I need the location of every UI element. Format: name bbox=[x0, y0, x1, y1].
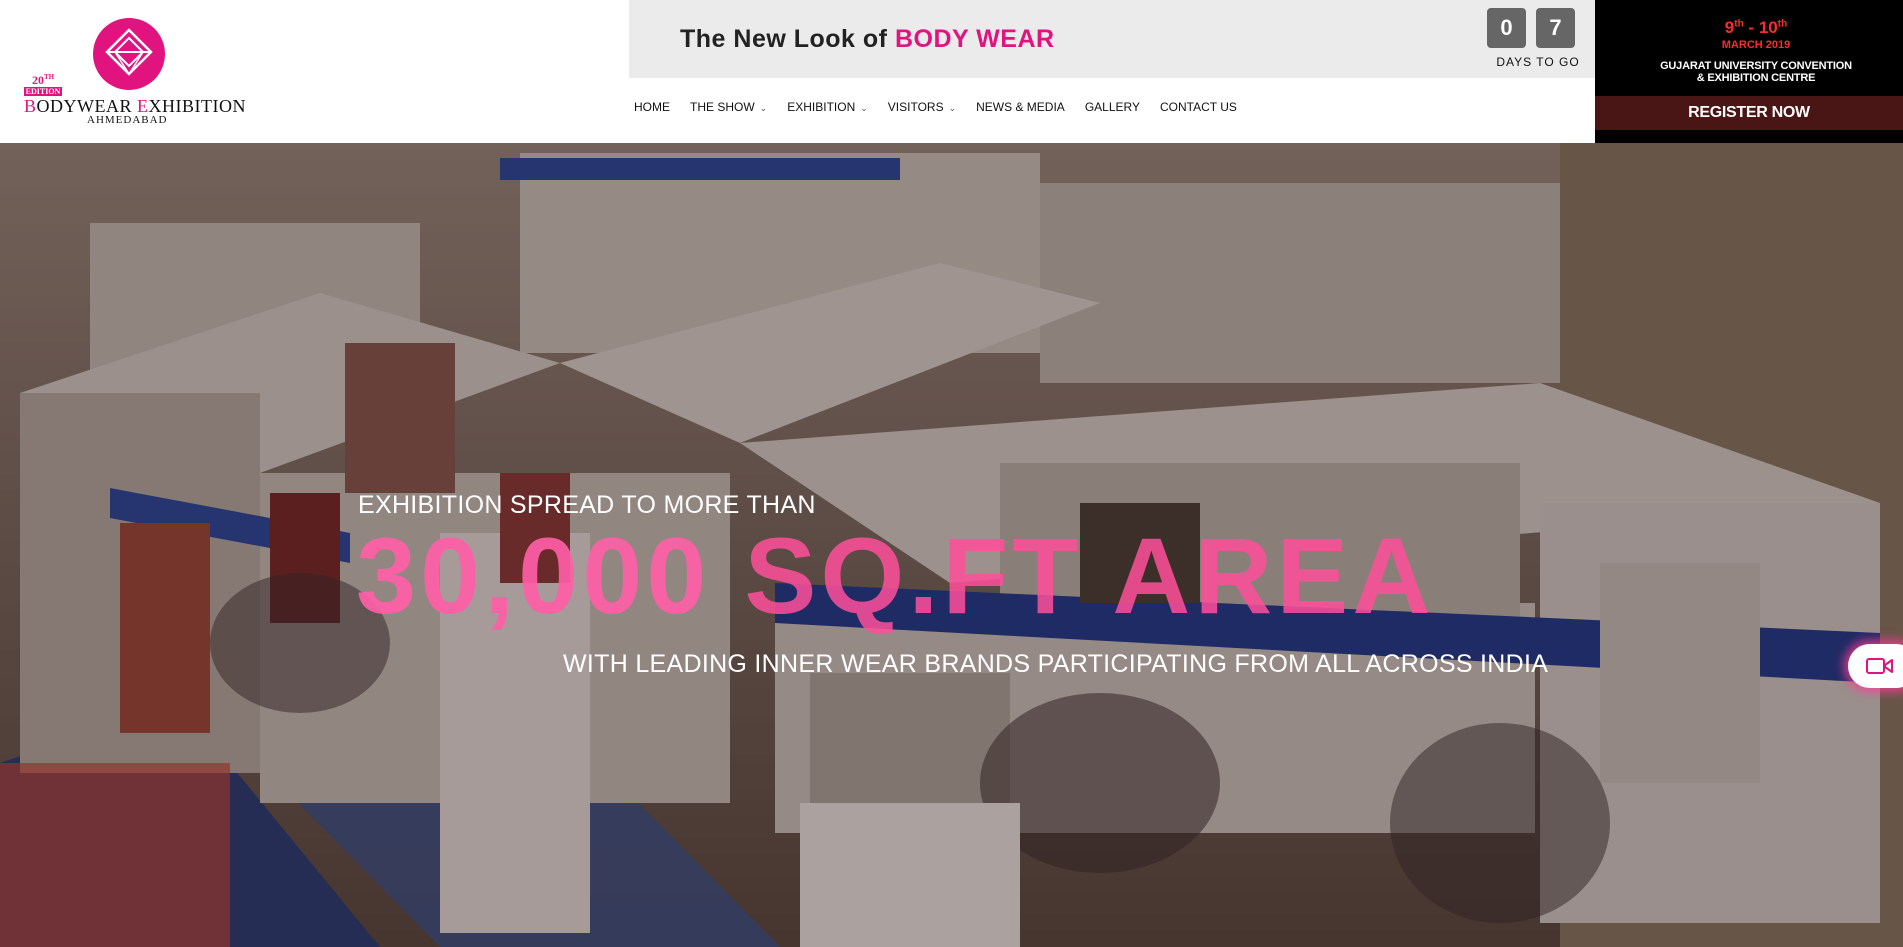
nav-item-the-show[interactable]: THE SHOW ⌄ bbox=[690, 100, 777, 114]
register-now-button[interactable]: REGISTER NOW bbox=[1595, 96, 1903, 130]
nav-item-exhibition[interactable]: EXHIBITION ⌄ bbox=[787, 100, 878, 114]
nav-label: NEWS & MEDIA bbox=[976, 100, 1065, 114]
nav-item-home[interactable]: HOME bbox=[634, 100, 680, 114]
nav-label: GALLERY bbox=[1084, 100, 1140, 114]
event-month-year: MARCH 2019 bbox=[1721, 39, 1791, 51]
site-logo[interactable]: 20TH EDITION BODYWEAR EXHIBITION AHMEDAB… bbox=[22, 16, 245, 128]
hero-area-unit: SQ.FT AREA bbox=[710, 515, 1435, 636]
hero-headline: 30,000 SQ.FT AREA bbox=[356, 513, 1434, 638]
chevron-down-icon: ⌄ bbox=[948, 103, 957, 113]
nav-item-contact-us[interactable]: CONTACT US bbox=[1160, 100, 1247, 114]
event-dates: 9th - 10th bbox=[1595, 18, 1903, 38]
diamond-emblem-icon bbox=[93, 18, 165, 90]
nav-item-visitors[interactable]: VISITORS ⌄ bbox=[888, 100, 966, 114]
countdown-digit: 7 bbox=[1536, 8, 1575, 48]
countdown-label: DAYS TO GO bbox=[1496, 55, 1580, 69]
video-camera-icon bbox=[1866, 658, 1893, 674]
hero-banner: EXHIBITION SPREAD TO MORE THAN 30,000 SQ… bbox=[0, 143, 1903, 947]
edition-suffix: TH bbox=[43, 73, 55, 81]
logo-city: AHMEDABAD bbox=[87, 114, 168, 126]
nav-label: THE SHOW bbox=[690, 100, 755, 114]
event-venue: GUJARAT UNIVERSITY CONVENTION & EXHIBITI… bbox=[1595, 60, 1903, 84]
countdown-digit: 0 bbox=[1487, 8, 1526, 48]
nav-label: CONTACT US bbox=[1159, 100, 1237, 114]
nav-item-gallery[interactable]: GALLERY bbox=[1085, 100, 1150, 114]
event-venue-line2: & EXHIBITION CENTRE bbox=[1696, 72, 1816, 84]
hero-area-number: 30,000 bbox=[356, 515, 711, 636]
event-day-end: 10 bbox=[1758, 18, 1778, 37]
event-date-separator: - bbox=[1743, 18, 1759, 37]
event-day-start: 9 bbox=[1724, 18, 1735, 37]
edition-word: EDITION bbox=[24, 87, 62, 96]
nav-label: VISITORS bbox=[887, 100, 944, 114]
event-info-box: 9th - 10th MARCH 2019 GUJARAT UNIVERSITY… bbox=[1595, 0, 1903, 143]
nav-label: EXHIBITION bbox=[787, 100, 856, 114]
site-header: 20TH EDITION BODYWEAR EXHIBITION AHMEDAB… bbox=[0, 0, 1903, 143]
edition-number: 20 bbox=[31, 73, 44, 87]
tagline-prefix: The New Look of bbox=[680, 25, 895, 53]
logo-name-part2: XHIBITION bbox=[148, 96, 246, 116]
edition-badge: 20TH EDITION bbox=[24, 71, 62, 96]
event-day-end-suffix: th bbox=[1777, 18, 1788, 30]
logo-initial-b: B bbox=[24, 96, 37, 116]
main-nav: HOME THE SHOW ⌄ EXHIBITION ⌄ VISITORS ⌄ NEW… bbox=[634, 100, 1257, 114]
nav-item-news-media[interactable]: NEWS & MEDIA bbox=[976, 100, 1075, 114]
chevron-down-icon: ⌄ bbox=[759, 103, 768, 113]
logo-name-part1: ODYWEAR bbox=[36, 96, 138, 116]
hero-subtext: WITH LEADING INNER WEAR BRANDS PARTICIPA… bbox=[563, 650, 1549, 678]
video-button[interactable] bbox=[1848, 644, 1903, 688]
tagline-highlight: BODY WEAR bbox=[894, 25, 1055, 53]
chevron-down-icon: ⌄ bbox=[860, 103, 868, 113]
tagline-bar: The New Look of BODY WEAR 0 7 DAYS TO GO bbox=[629, 0, 1595, 78]
event-venue-line1: GUJARAT UNIVERSITY CONVENTION bbox=[1660, 60, 1852, 72]
tagline: The New Look of BODY WEAR bbox=[680, 25, 1055, 54]
event-day-start-suffix: th bbox=[1734, 18, 1744, 30]
logo-initial-e: E bbox=[137, 96, 149, 116]
nav-label: HOME bbox=[634, 100, 670, 114]
